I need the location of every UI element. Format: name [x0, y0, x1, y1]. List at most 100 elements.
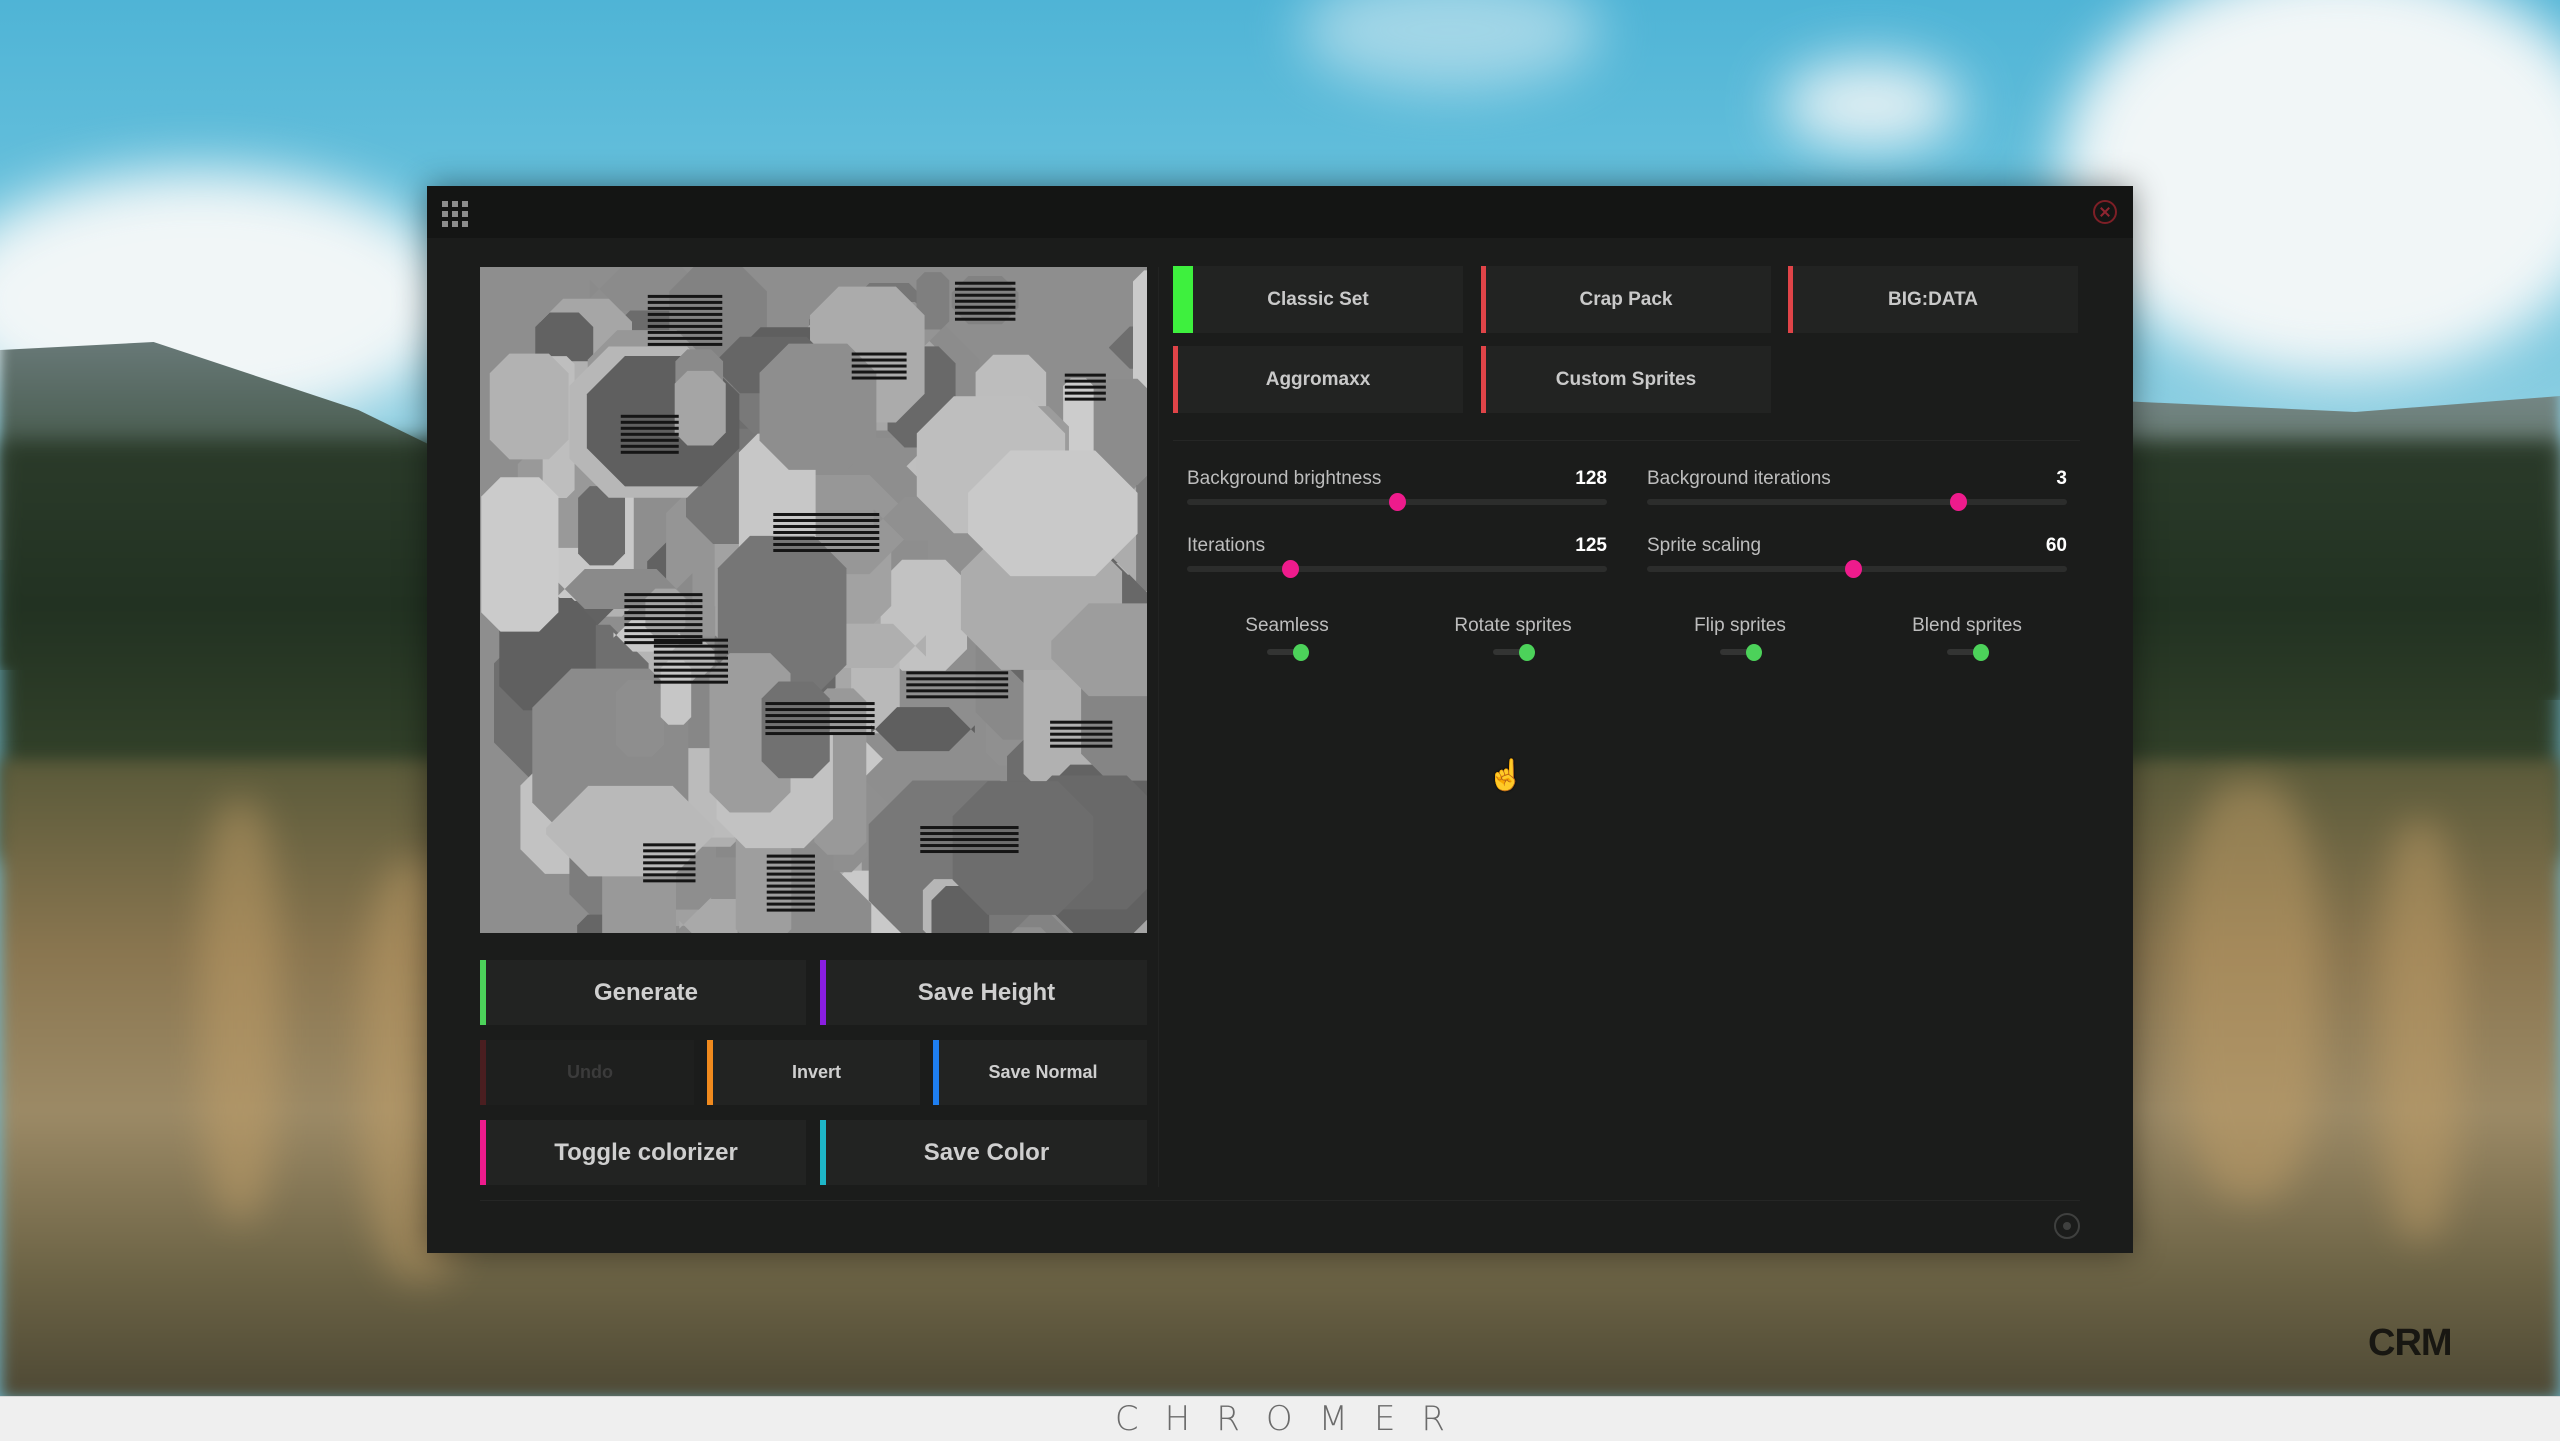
- button-label: Save Normal: [988, 1062, 1098, 1082]
- texture-vent-line: [620, 426, 679, 430]
- texture-vent-line: [647, 336, 723, 340]
- texture-vent-line: [647, 330, 723, 334]
- slider-thumb[interactable]: [1844, 560, 1862, 578]
- slider-track[interactable]: [1647, 560, 2067, 578]
- texture-vent-line: [851, 358, 907, 362]
- texture-vent-line: [620, 444, 679, 448]
- button-label: Save Height: [917, 978, 1056, 1006]
- slider-label: Background brightness: [1187, 468, 1382, 489]
- cloud: [1780, 60, 1960, 150]
- preset-label: Aggromaxx: [1265, 368, 1371, 390]
- toggle-colorizer-button[interactable]: Toggle colorizer: [480, 1120, 806, 1185]
- texture-panel: [952, 781, 1094, 915]
- texture-vent-line: [624, 617, 703, 621]
- slider-label: Iterations: [1187, 535, 1266, 556]
- grid-menu-icon[interactable]: [442, 201, 468, 227]
- texture-vent-line: [624, 605, 703, 609]
- slider-value: 128: [1575, 468, 1607, 489]
- texture-vent-line: [765, 720, 875, 724]
- toggle-knob: [1519, 644, 1535, 661]
- texture-vent-line: [653, 680, 729, 684]
- texture-vent-line: [773, 536, 880, 540]
- slider-track[interactable]: [1187, 493, 1607, 511]
- texture-vent-line: [647, 342, 723, 346]
- texture-vent-line: [1064, 379, 1106, 383]
- slider-background-iterations: Background iterations 3: [1647, 468, 2067, 518]
- texture-vent-line: [624, 629, 703, 633]
- texture-vent-line: [906, 677, 1009, 681]
- toggle-blend-sprites: Blend sprites: [1867, 615, 2067, 671]
- preset-big-data[interactable]: BIG:DATA: [1788, 266, 2078, 333]
- texture-vent-line: [647, 300, 723, 304]
- texture-vent-line: [1050, 732, 1113, 736]
- texture-preview[interactable]: [480, 267, 1147, 933]
- section-divider: [1173, 440, 2080, 441]
- texture-vent-line: [1064, 373, 1106, 377]
- settings-icon[interactable]: [2054, 1213, 2080, 1239]
- texture-panel: [968, 450, 1138, 577]
- grass: [200, 800, 280, 1220]
- slider-value: 60: [2045, 535, 2067, 556]
- texture-panel: [759, 343, 877, 470]
- texture-vent-line: [906, 689, 1009, 693]
- toggle-label: Rotate sprites: [1454, 615, 1572, 636]
- texture-vent-line: [920, 826, 1019, 830]
- texture-vent-line: [643, 855, 696, 859]
- preset-classic-set[interactable]: Classic Set: [1173, 266, 1463, 333]
- texture-vent-line: [653, 656, 729, 660]
- texture-vent-line: [624, 593, 703, 597]
- texture-panel: [615, 680, 664, 757]
- texture-vent-line: [1064, 397, 1106, 401]
- preset-crap-pack[interactable]: Crap Pack: [1481, 266, 1771, 333]
- texture-vent-line: [773, 542, 880, 546]
- slider-track[interactable]: [1187, 560, 1607, 578]
- texture-vent-line: [1050, 720, 1113, 724]
- toggle-label: Seamless: [1245, 615, 1329, 636]
- texture-vent-line: [765, 726, 875, 730]
- slider-thumb[interactable]: [1949, 493, 1967, 511]
- texture-vent-line: [647, 306, 723, 310]
- texture-vent-line: [1050, 726, 1113, 730]
- toggle-knob: [1973, 644, 1989, 661]
- generate-button[interactable]: Generate: [480, 960, 806, 1025]
- texture-vent-line: [624, 623, 703, 627]
- preset-label: Classic Set: [1267, 288, 1369, 310]
- toggle-switch[interactable]: [1943, 644, 1991, 661]
- save-color-button[interactable]: Save Color: [820, 1120, 1147, 1185]
- texture-vent-line: [954, 287, 1016, 291]
- button-label: Invert: [791, 1062, 842, 1082]
- preset-label: Custom Sprites: [1555, 368, 1697, 390]
- texture-vent-line: [624, 611, 703, 615]
- footer-divider: [480, 1200, 2080, 1201]
- save-normal-button[interactable]: Save Normal: [933, 1040, 1147, 1105]
- preset-label: BIG:DATA: [1887, 288, 1979, 310]
- slider-thumb[interactable]: [1389, 493, 1406, 511]
- texture-vent-line: [620, 450, 679, 454]
- preset-aggromaxx[interactable]: Aggromaxx: [1173, 346, 1463, 413]
- texture-vent-line: [766, 902, 815, 906]
- texture-vent-line: [643, 879, 696, 883]
- toggle-seamless: Seamless: [1187, 615, 1387, 671]
- toggle-switch[interactable]: [1263, 644, 1311, 661]
- texture-panel: [674, 370, 726, 446]
- close-icon[interactable]: [2093, 200, 2117, 224]
- texture-vent-line: [920, 850, 1019, 854]
- toggle-switch[interactable]: [1489, 644, 1537, 661]
- toggle-switch[interactable]: [1716, 644, 1764, 661]
- texture-vent-line: [620, 420, 679, 424]
- slider-track[interactable]: [1647, 493, 2067, 511]
- invert-button[interactable]: Invert: [707, 1040, 920, 1105]
- slider-value: 125: [1575, 535, 1607, 556]
- texture-vent-line: [766, 884, 815, 888]
- texture-vent-line: [906, 695, 1009, 699]
- save-height-button[interactable]: Save Height: [820, 960, 1147, 1025]
- undo-button[interactable]: Undo: [480, 1040, 694, 1105]
- texture-vent-line: [643, 873, 696, 877]
- texture-vent-line: [647, 294, 723, 298]
- preset-custom-sprites[interactable]: Custom Sprites: [1481, 346, 1771, 413]
- grass: [2380, 820, 2460, 1240]
- slider-iterations: Iterations 125: [1187, 535, 1607, 585]
- texture-vent-line: [773, 512, 880, 516]
- slider-thumb[interactable]: [1281, 560, 1299, 578]
- texture-vent-line: [773, 524, 880, 528]
